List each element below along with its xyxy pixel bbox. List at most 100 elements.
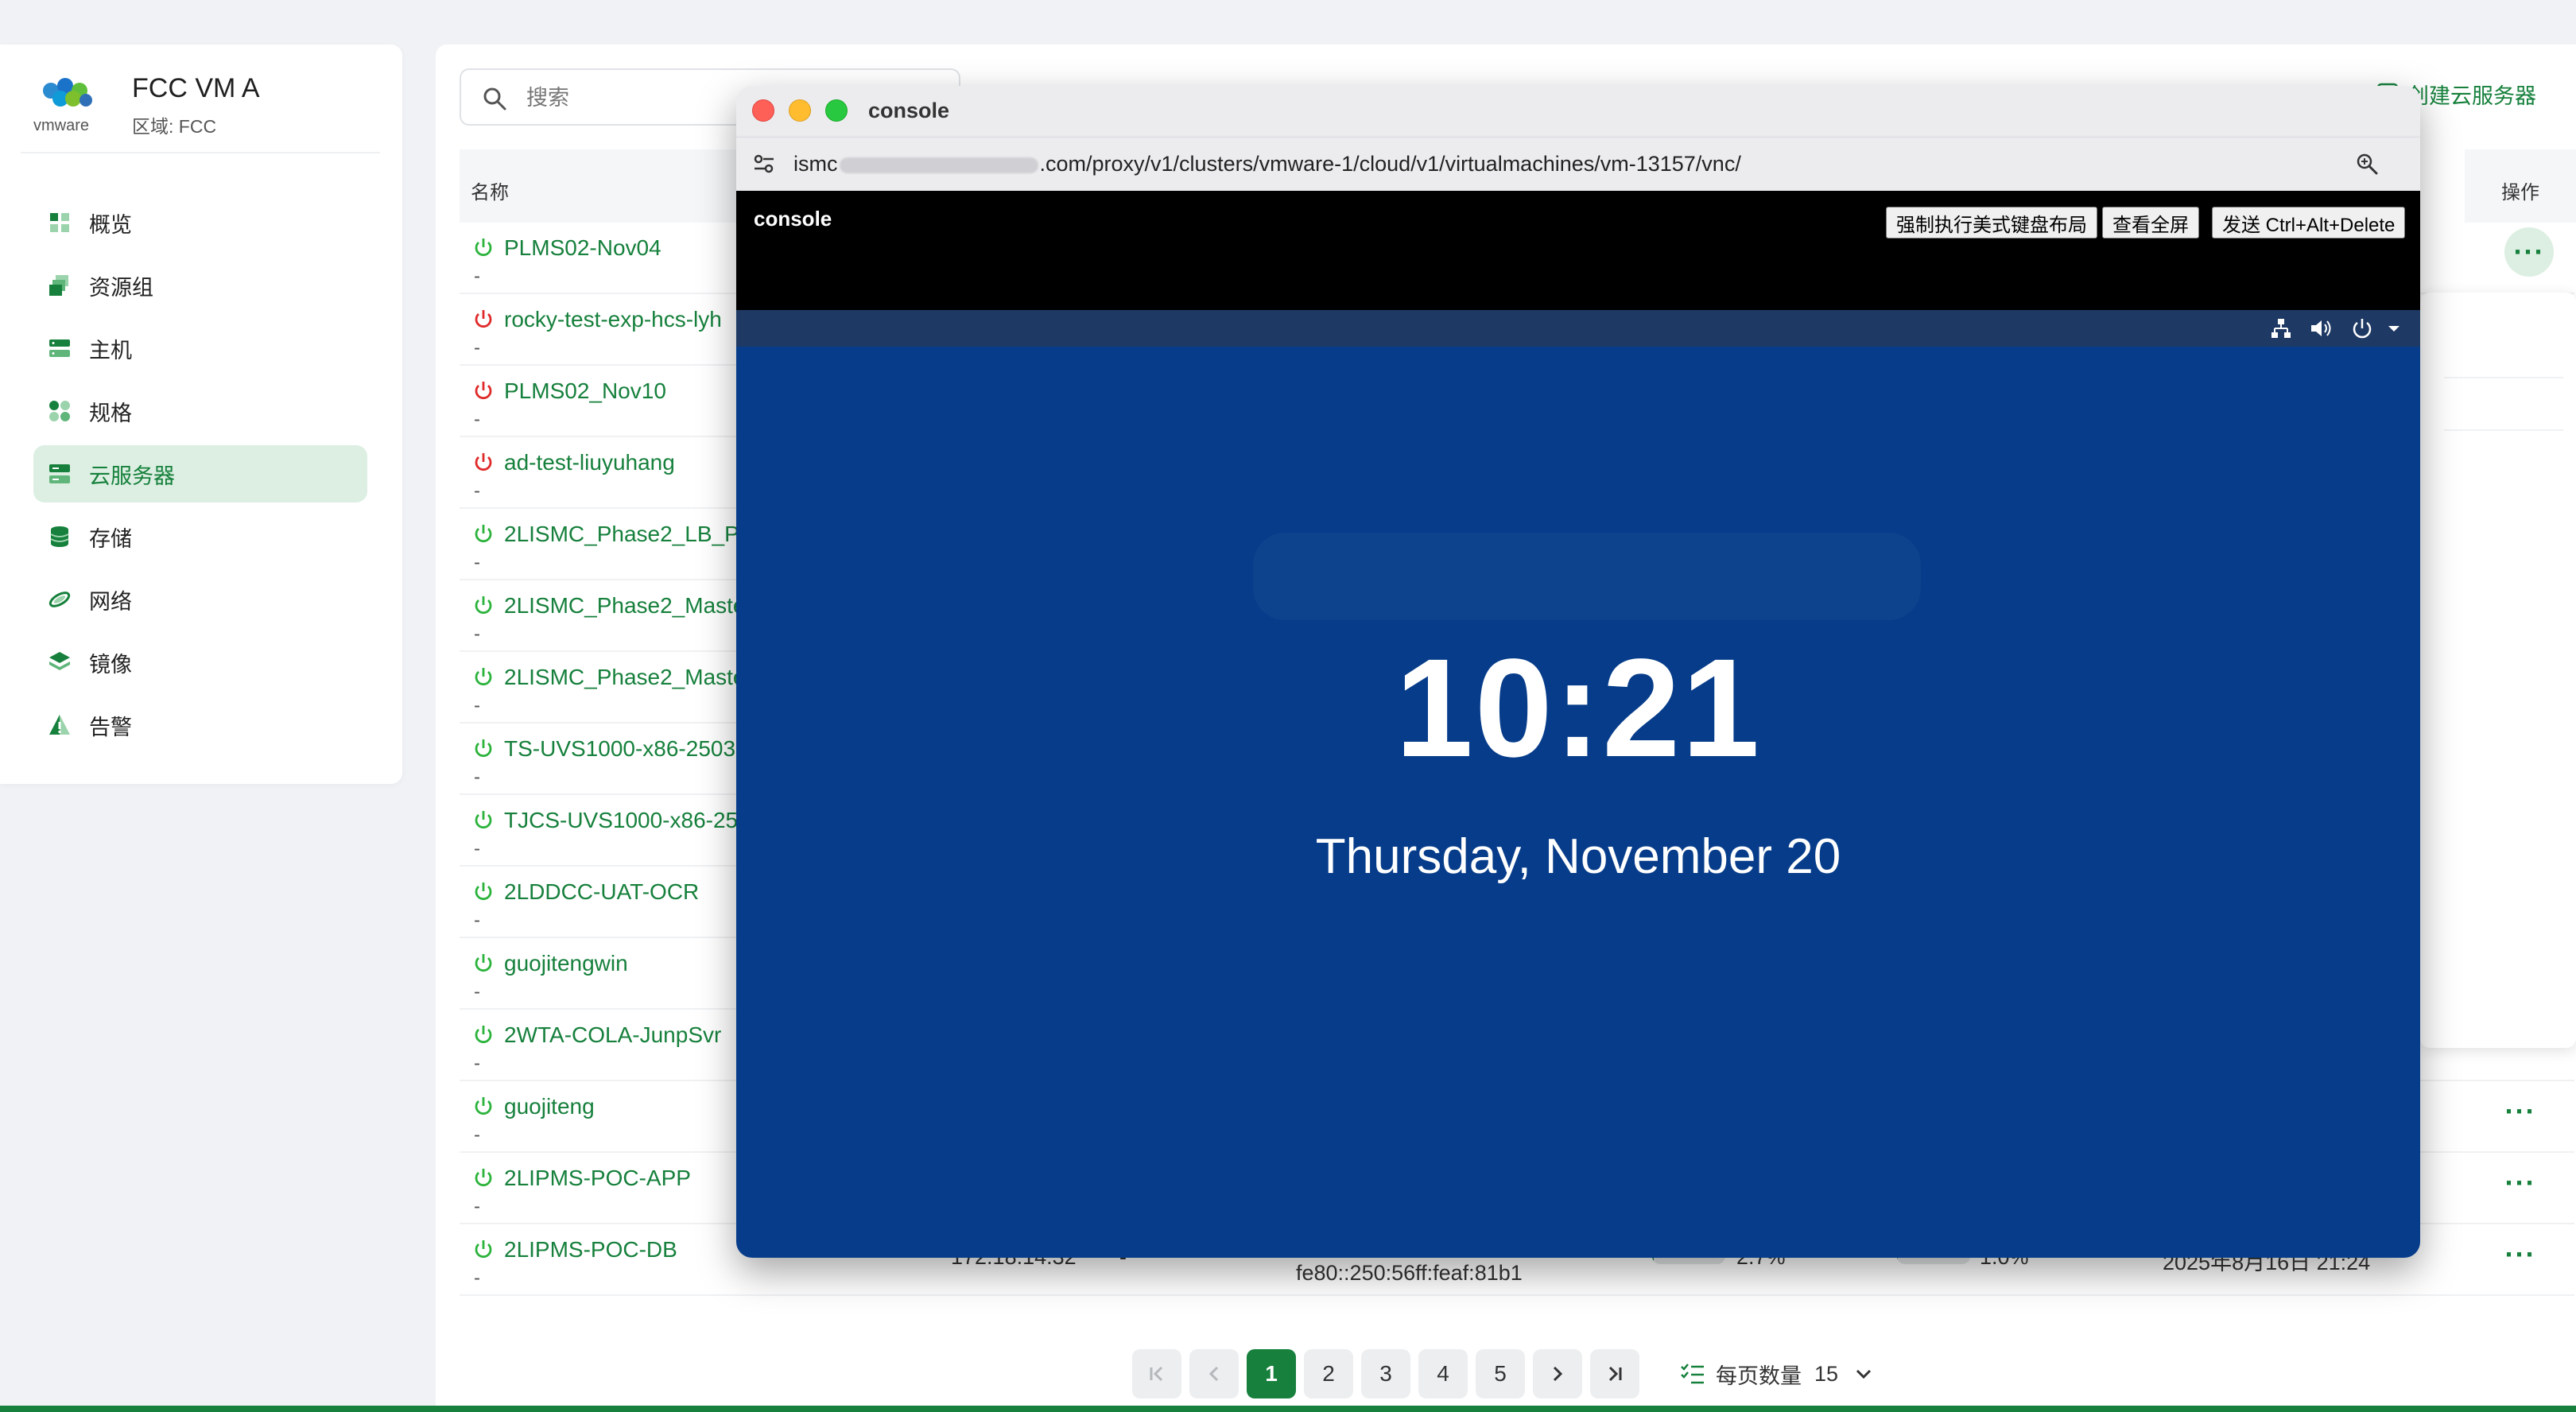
server-name-link[interactable]: 2WTA-COLA-JunpSvr (504, 1022, 721, 1048)
power-menu-icon[interactable] (2350, 316, 2374, 340)
server-name-link[interactable]: 2LIPMS-POC-APP (504, 1166, 691, 1191)
last-page-button[interactable] (1590, 1349, 1639, 1398)
url-bar[interactable]: ismc .com/proxy/v1/clusters/vmware-1/clou… (736, 137, 2420, 189)
page-size-value: 15 (1814, 1361, 1839, 1386)
server-description: - (474, 409, 480, 430)
sidebar-item-network[interactable]: 网络 (33, 571, 367, 628)
zoom-icon[interactable] (2355, 152, 2379, 176)
sidebar-item-label: 规格 (89, 401, 132, 425)
more-actions-button[interactable]: ··· (2495, 1162, 2546, 1204)
next-page-button[interactable] (1533, 1349, 1582, 1398)
vm-topbar (736, 310, 2420, 347)
sidebar-item-flavor[interactable]: 规格 (33, 382, 367, 440)
server-name-link[interactable]: ad-test-liuyuhang (504, 450, 675, 475)
vm-lock-screen[interactable]: 10:21 Thursday, November 20 (736, 310, 2420, 1258)
brand: vmware FCC VM A 区域: FCC (33, 68, 375, 180)
create-server-label: 创建云服务器 (2407, 83, 2536, 108)
server-description: - (474, 337, 480, 359)
server-name-link[interactable]: PLMS02_Nov10 (504, 378, 666, 404)
server-name-link[interactable]: 2LISMC_Phase2_Maste (504, 665, 746, 690)
server-description: - (474, 910, 480, 931)
sidebar-item-label: 存储 (89, 526, 132, 551)
sidebar-item-cloud-server[interactable]: 云服务器 (33, 445, 367, 502)
server-description: - (474, 838, 480, 859)
sidebar-item-overview[interactable]: 概览 (33, 194, 367, 251)
page-size-label: 每页数量 (1716, 1364, 1802, 1388)
server-description: - (474, 766, 480, 788)
minimize-window-button[interactable] (789, 99, 811, 122)
column-header-ops: 操作 (2501, 182, 2539, 204)
list-check-icon (1681, 1364, 1704, 1384)
more-actions-button[interactable]: ··· (2504, 227, 2554, 277)
site-settings-icon[interactable] (752, 152, 776, 176)
force-us-keyboard-button[interactable]: 强制执行美式键盘布局 (1886, 207, 2097, 239)
power-on-icon (475, 1169, 492, 1187)
sidebar: vmware FCC VM A 区域: FCC 概览资源组主机规格云服务器存储网… (0, 45, 402, 784)
server-name-link[interactable]: 2LIPMS-POC-DB (504, 1237, 677, 1263)
power-on-icon (475, 525, 492, 543)
server-name-link[interactable]: 2LDDCC-UAT-OCR (504, 879, 699, 905)
sidebar-item-storage[interactable]: 存储 (33, 508, 367, 565)
power-on-icon (475, 739, 492, 758)
volume-icon[interactable] (2309, 316, 2333, 340)
page-1-button[interactable]: 1 (1247, 1349, 1296, 1398)
window-titlebar[interactable]: console (736, 86, 2420, 135)
vnc-title: console (754, 207, 832, 231)
server-name-link[interactable]: TJCS-UVS1000-x86-25 (504, 808, 738, 833)
power-off-icon (475, 382, 492, 400)
url-prefix: ismc (793, 152, 838, 176)
server-name-link[interactable]: 2LISMC_Phase2_Maste (504, 593, 746, 619)
server-description: - (474, 552, 480, 573)
page-4-button[interactable]: 4 (1418, 1349, 1468, 1398)
search-icon (483, 87, 506, 111)
server-name-link[interactable]: 2LISMC_Phase2_LB_Po (504, 522, 751, 547)
resource-group-icon (49, 275, 68, 296)
page-2-button[interactable]: 2 (1304, 1349, 1353, 1398)
lock-screen-time: 10:21 (1395, 630, 1762, 786)
sidebar-item-resource-group[interactable]: 资源组 (33, 257, 367, 314)
maximize-window-button[interactable] (825, 99, 848, 122)
more-actions-button[interactable]: ··· (2495, 1091, 2546, 1132)
sidebar-divider (21, 152, 380, 153)
host-icon (49, 339, 70, 357)
url-text[interactable]: ismc .com/proxy/v1/clusters/vmware-1/clou… (793, 152, 1741, 176)
server-name-link[interactable]: TS-UVS1000-x86-2503 (504, 736, 735, 762)
server-description: - (474, 695, 480, 716)
vmware-logo-icon: vmware (33, 78, 92, 134)
pagination: 1 2 3 4 5 每页数量 15 (1132, 1348, 1875, 1399)
server-description: - (474, 1196, 480, 1217)
server-name-link[interactable]: rocky-test-exp-hcs-lyh (504, 307, 722, 332)
page-5-button[interactable]: 5 (1476, 1349, 1525, 1398)
send-ctrl-alt-del-button[interactable]: 发送 Ctrl+Alt+Delete (2212, 207, 2406, 239)
sidebar-item-image[interactable]: 镜像 (33, 634, 367, 691)
power-on-icon (475, 954, 492, 972)
clock-glow (1253, 533, 1921, 620)
server-description: - (474, 1053, 480, 1074)
prev-page-button[interactable] (1189, 1349, 1239, 1398)
power-off-icon (475, 453, 492, 471)
sidebar-item-label: 概览 (89, 212, 132, 237)
more-actions-button[interactable]: ··· (2495, 1234, 2546, 1275)
page-size-select[interactable]: 每页数量 15 (1679, 1359, 1875, 1390)
sidebar-item-label: 镜像 (89, 652, 132, 677)
server-name-link[interactable]: guojitengwin (504, 951, 628, 976)
power-on-icon (475, 1240, 492, 1259)
svg-text:vmware: vmware (33, 117, 89, 134)
sidebar-item-alert[interactable]: 告警 (33, 696, 367, 754)
network-icon[interactable] (2269, 316, 2293, 340)
network-icon (48, 592, 71, 607)
page-3-button[interactable]: 3 (1361, 1349, 1410, 1398)
fullscreen-button[interactable]: 查看全屏 (2102, 207, 2199, 239)
sidebar-item-host[interactable]: 主机 (33, 320, 367, 377)
chevron-down-icon[interactable] (2382, 316, 2406, 340)
column-header-name: 名称 (471, 182, 509, 204)
storage-icon (50, 526, 69, 547)
server-name-link[interactable]: PLMS02-Nov04 (504, 235, 661, 261)
close-window-button[interactable] (752, 99, 774, 122)
first-page-button[interactable] (1132, 1349, 1181, 1398)
power-on-icon (475, 1026, 492, 1044)
chevron-right-icon (1553, 1366, 1563, 1382)
cloud-server-icon (49, 464, 70, 483)
server-name-link[interactable]: guojiteng (504, 1094, 595, 1119)
brand-region: 区域: FCC (132, 116, 217, 137)
